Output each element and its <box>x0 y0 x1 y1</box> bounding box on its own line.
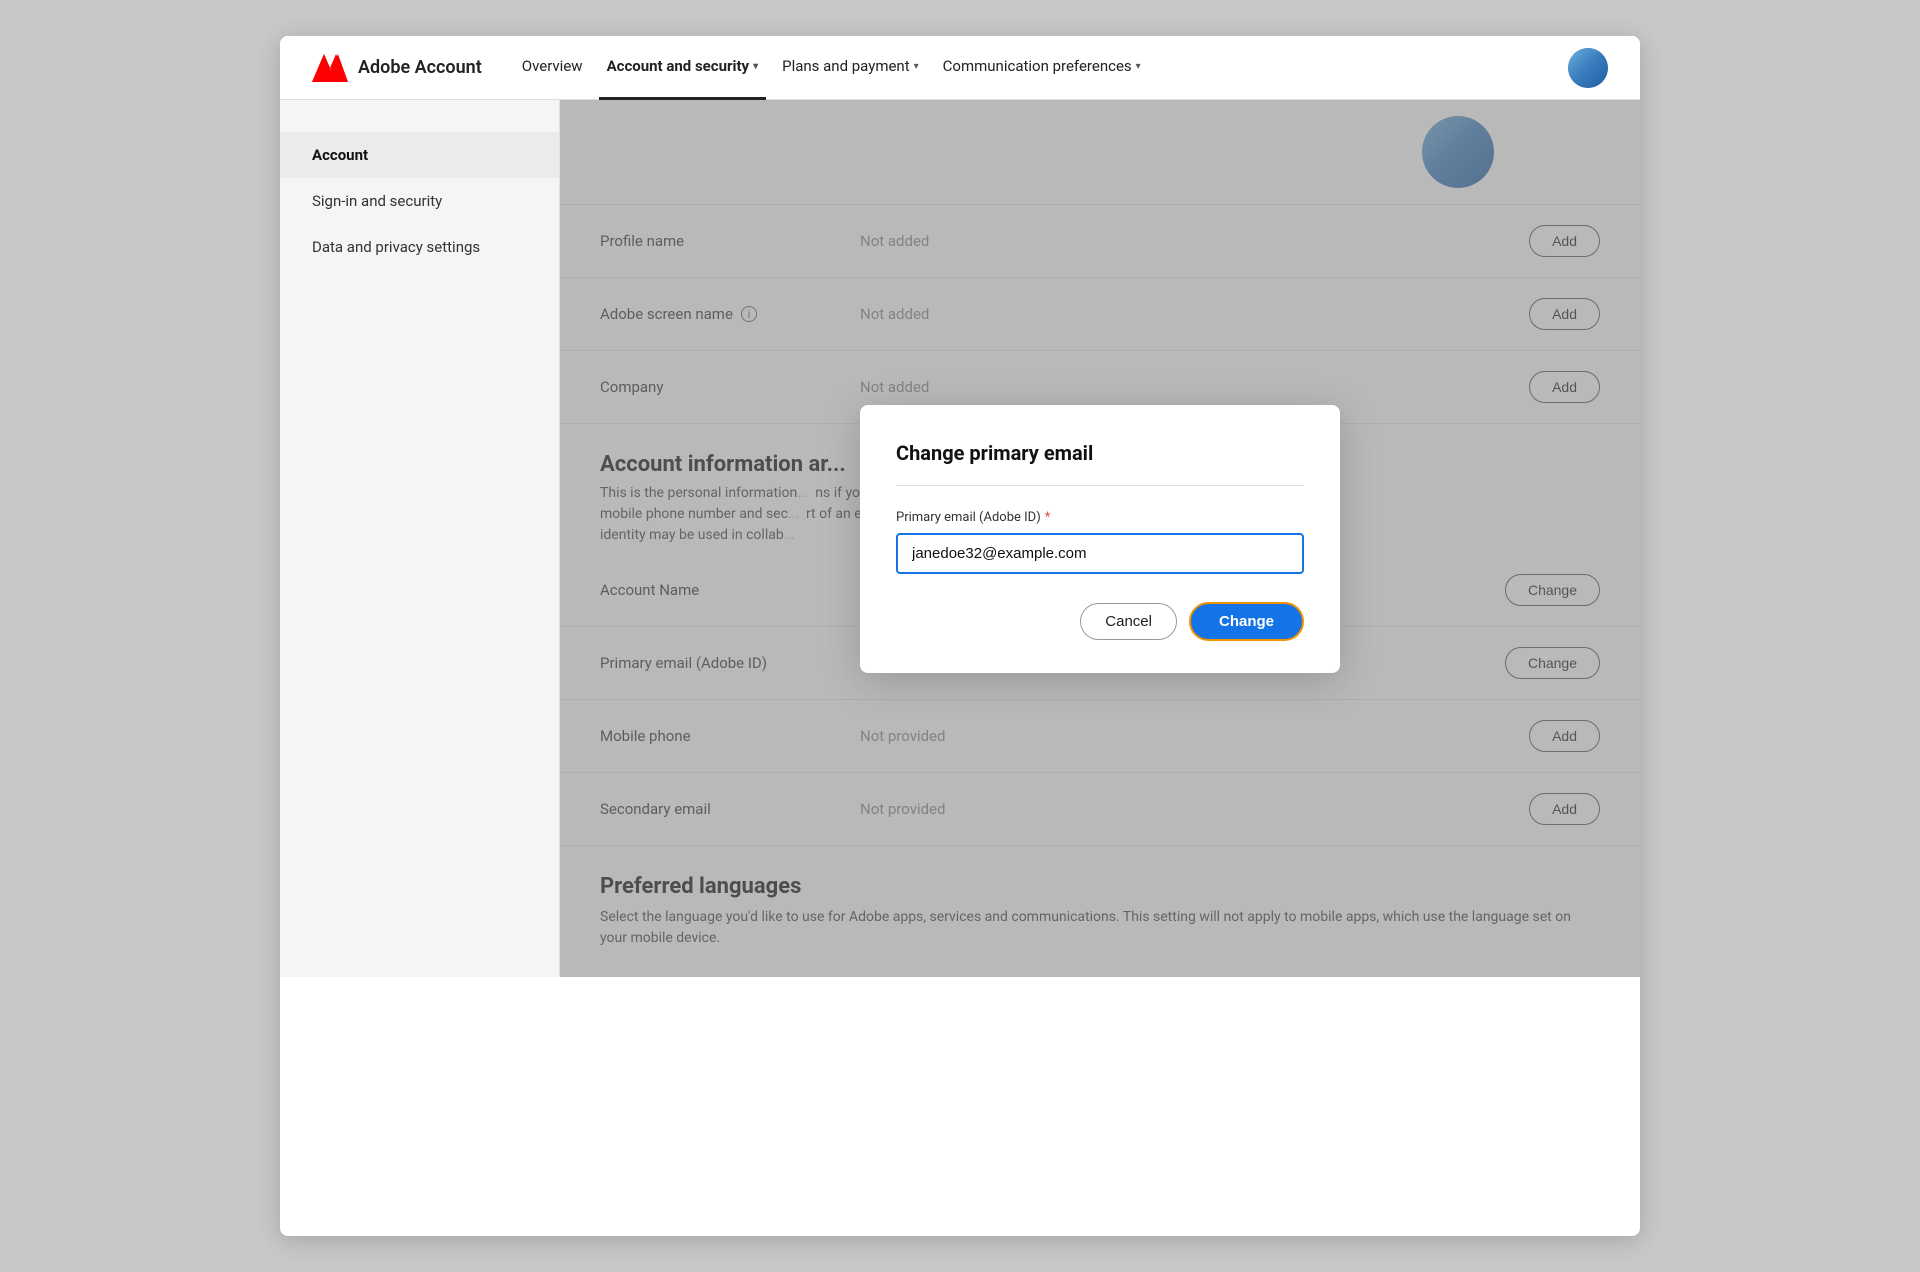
primary-email-input[interactable] <box>896 533 1304 574</box>
modal-title: Change primary email <box>896 441 1304 465</box>
logo-area[interactable]: Adobe Account <box>312 54 482 82</box>
chevron-down-icon: ▾ <box>753 61 758 72</box>
avatar-image <box>1568 48 1608 88</box>
content-area: Edit Profile name Not added Add Adobe sc… <box>560 100 1640 977</box>
sidebar-item-signin-security[interactable]: Sign-in and security <box>280 178 559 224</box>
nav-communication[interactable]: Communication preferences ▾ <box>935 36 1149 100</box>
required-star: * <box>1045 510 1051 525</box>
change-button[interactable]: Change <box>1189 602 1304 641</box>
nav-items: Overview Account and security ▾ Plans an… <box>514 36 1536 100</box>
chevron-down-icon: ▾ <box>1136 61 1141 72</box>
modal-email-label: Primary email (Adobe ID) * <box>896 510 1304 525</box>
modal-actions: Cancel Change <box>896 602 1304 641</box>
top-nav: Adobe Account Overview Account and secur… <box>280 36 1640 100</box>
user-avatar[interactable] <box>1568 48 1608 88</box>
avatar-area[interactable] <box>1568 48 1608 88</box>
main-layout: Account Sign-in and security Data and pr… <box>280 100 1640 977</box>
cancel-button[interactable]: Cancel <box>1080 603 1177 640</box>
sidebar: Account Sign-in and security Data and pr… <box>280 100 560 977</box>
adobe-logo-icon <box>312 54 348 82</box>
modal-divider <box>896 485 1304 486</box>
nav-overview[interactable]: Overview <box>514 36 591 100</box>
sidebar-item-account[interactable]: Account <box>280 132 559 178</box>
nav-account-security[interactable]: Account and security ▾ <box>599 36 767 100</box>
chevron-down-icon: ▾ <box>914 61 919 72</box>
sidebar-item-data-privacy[interactable]: Data and privacy settings <box>280 224 559 270</box>
nav-plans-payment[interactable]: Plans and payment ▾ <box>774 36 927 100</box>
change-email-modal: Change primary email Primary email (Adob… <box>860 405 1340 673</box>
modal-overlay: Change primary email Primary email (Adob… <box>560 100 1640 977</box>
app-title: Adobe Account <box>358 57 482 78</box>
